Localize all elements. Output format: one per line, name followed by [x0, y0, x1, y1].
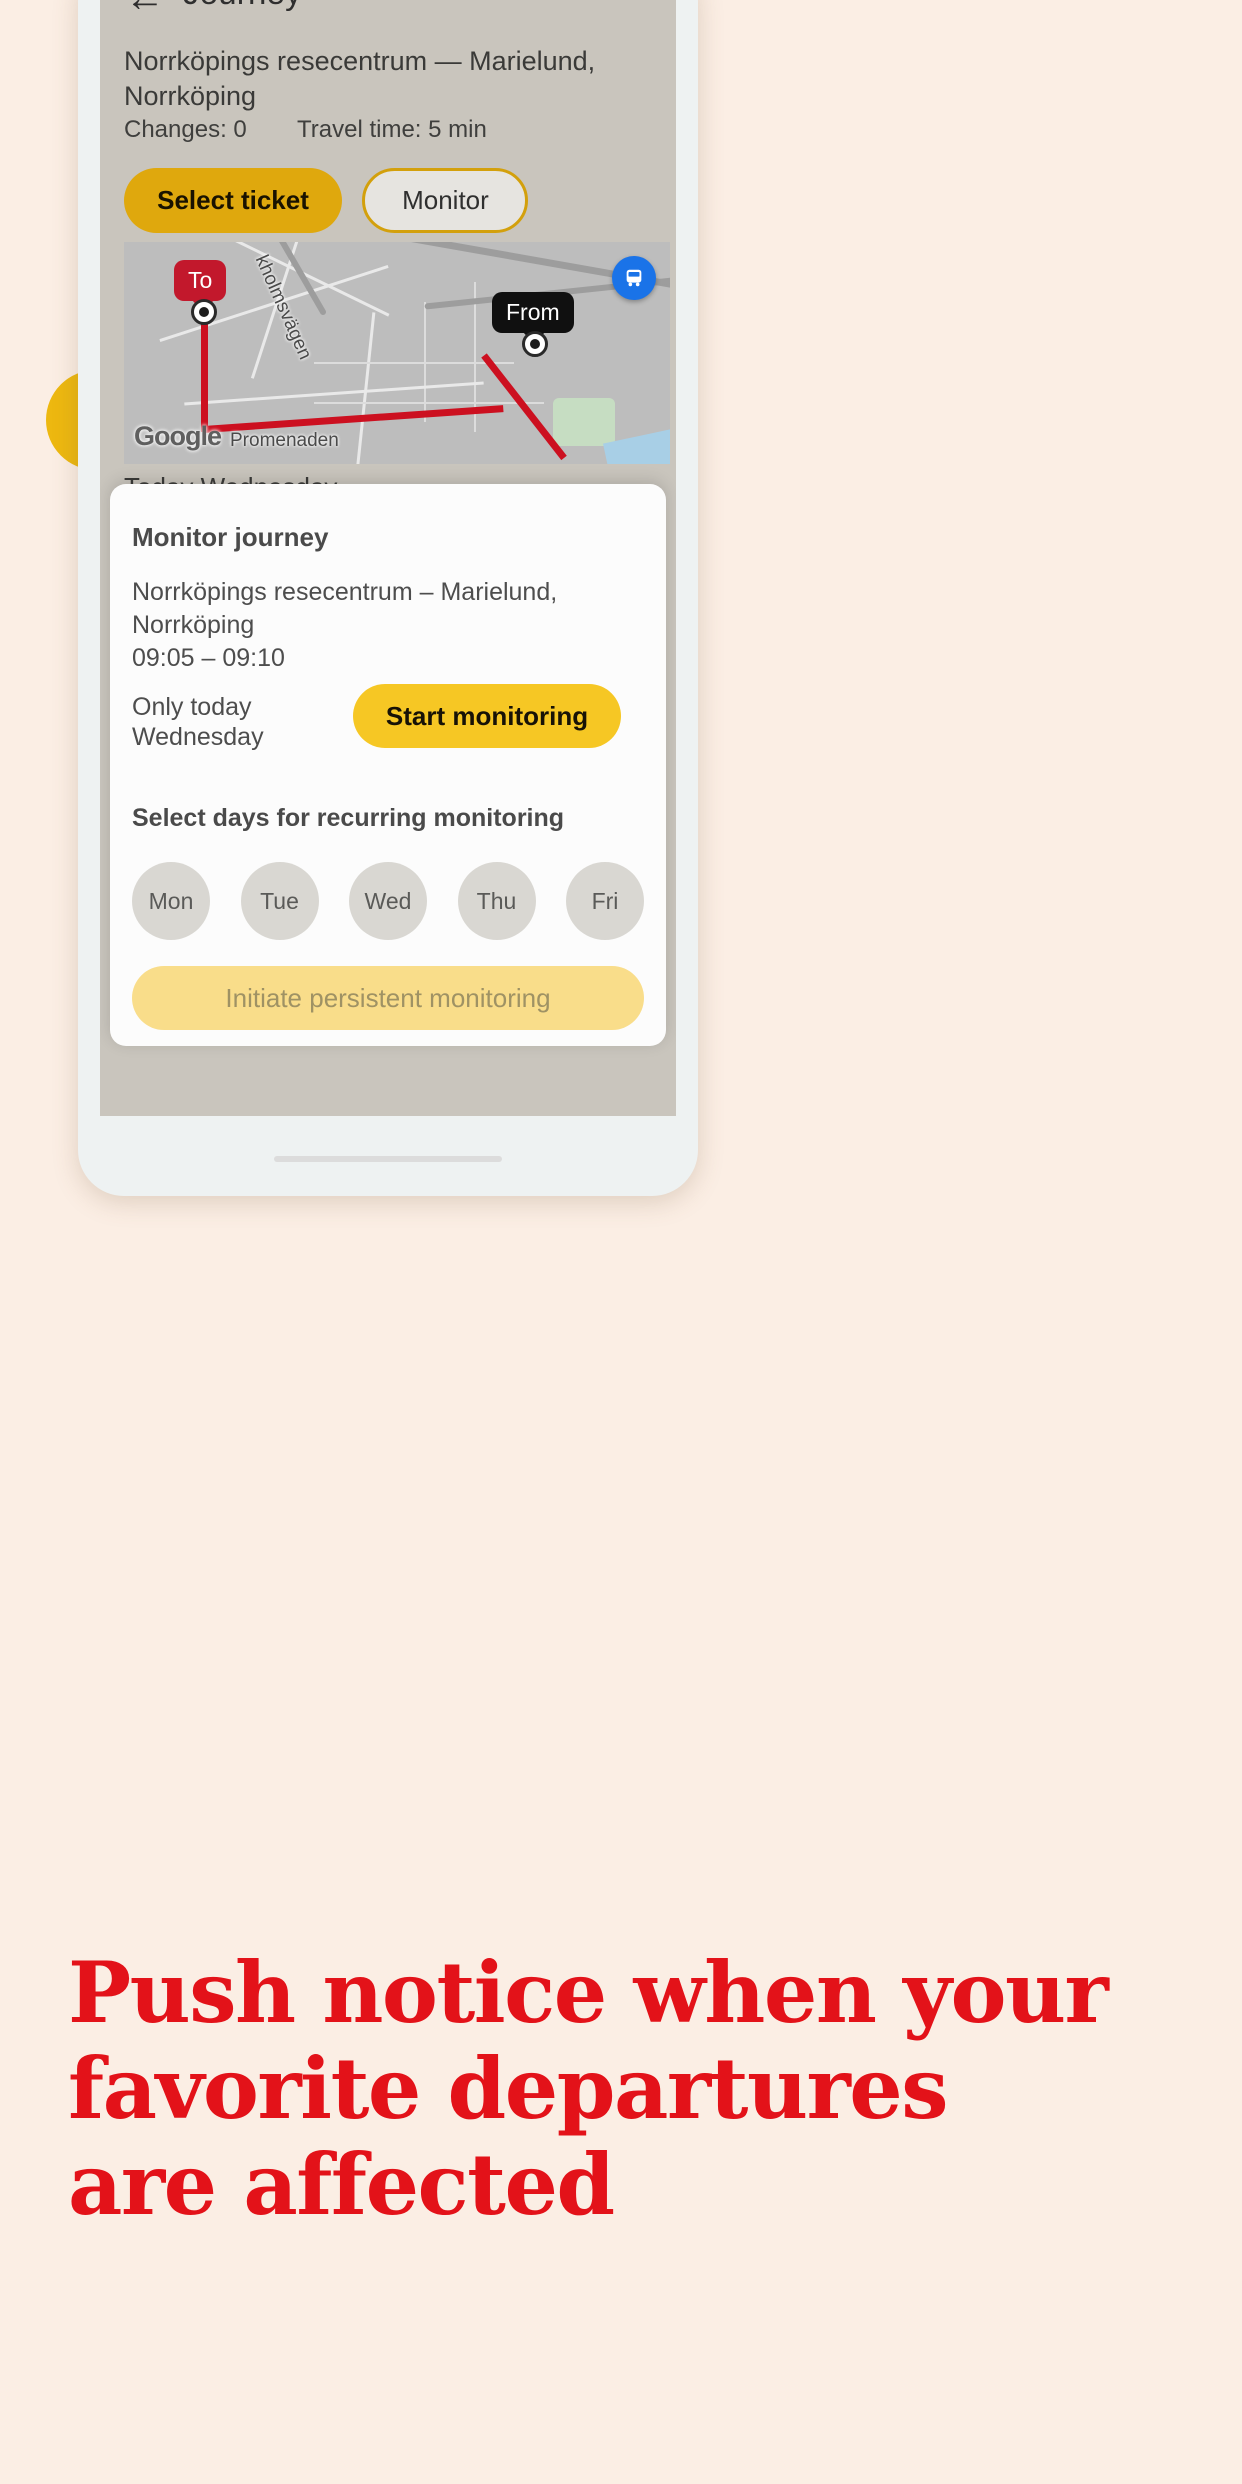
journey-travel-time: Travel time: 5 min — [297, 116, 487, 143]
map-marker-from[interactable]: From — [492, 292, 574, 333]
map-road — [424, 302, 426, 422]
monitor-bottom-sheet: Monitor journey Norrköpings resecentrum … — [110, 484, 666, 1046]
journey-changes: Changes: 0 — [124, 116, 247, 143]
only-today-line1: Only today — [132, 693, 252, 721]
day-chip-tue[interactable]: Tue — [240, 862, 319, 940]
journey-route-title: Norrköpings resecentrum — Marielund, Nor… — [124, 46, 596, 111]
map-road — [355, 312, 376, 464]
start-monitoring-button[interactable]: Start monitoring — [353, 684, 621, 748]
page-title: Journey — [183, 0, 302, 12]
map-pin-to — [191, 299, 217, 325]
headline-line-2: favorite departures — [68, 2039, 949, 2138]
bus-icon[interactable] — [612, 256, 656, 300]
monitor-button[interactable]: Monitor — [362, 168, 529, 233]
route-line-segment — [201, 312, 208, 432]
home-indicator — [274, 1156, 502, 1162]
day-chip-thu[interactable]: Thu — [457, 862, 536, 940]
only-today-line2: Wednesday — [132, 723, 264, 751]
journey-action-row: Select ticket Monitor — [124, 168, 529, 233]
app-header: ← Journey — [100, 0, 676, 38]
phone-screen: ← Journey Norrköpings resecentrum — Mari… — [100, 0, 676, 1116]
day-chip-mon[interactable]: Mon — [132, 862, 210, 940]
back-arrow-icon[interactable]: ← — [123, 0, 167, 20]
map-street-label: Promenaden — [230, 430, 339, 451]
day-chip-wed[interactable]: Wed — [349, 862, 427, 940]
google-watermark: Google — [134, 421, 222, 451]
sheet-times-text: 09:05 – 09:10 — [132, 644, 285, 672]
headline-line-3: are affected — [68, 2135, 615, 2234]
map-road — [314, 402, 544, 404]
initiate-persistent-monitoring-button[interactable]: Initiate persistent monitoring — [132, 966, 644, 1030]
marketing-headline: Push notice when your favorite departure… — [68, 1945, 1178, 2233]
select-ticket-button[interactable]: Select ticket — [124, 168, 342, 233]
sheet-title: Monitor journey — [132, 522, 329, 552]
sheet-route-text: Norrköpings resecentrum – Marielund, Nor… — [132, 578, 558, 639]
map-marker-to[interactable]: To — [174, 260, 227, 301]
journey-map[interactable]: To From kholmsvägen Promenaden Google — [124, 242, 670, 464]
day-chip-fri[interactable]: Fri — [566, 862, 644, 940]
map-pin-from — [522, 331, 548, 357]
day-selector-row: Mon Tue Wed Thu Fri — [132, 862, 644, 940]
phone-mockup: ← Journey Norrköpings resecentrum — Mari… — [78, 0, 698, 1196]
select-days-label: Select days for recurring monitoring — [132, 804, 565, 832]
only-today-label: Only today Wednesday — [132, 692, 264, 752]
route-line-segment — [203, 405, 504, 433]
map-park-area — [553, 398, 615, 446]
headline-line-1: Push notice when your — [68, 1943, 1109, 2042]
sheet-route-info: Norrköpings resecentrum – Marielund, Nor… — [132, 576, 642, 675]
